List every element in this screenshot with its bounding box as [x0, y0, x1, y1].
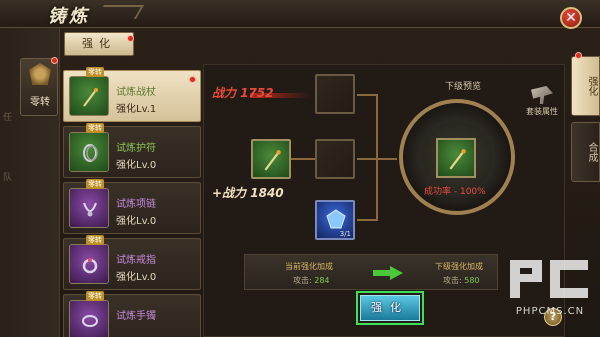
next-bonus-value: 攻击: 580	[443, 275, 480, 286]
list-item[interactable]: 零转 试炼护符 强化Lv.0	[63, 123, 201, 178]
item-name: 试炼项链	[116, 199, 156, 210]
item-name: 试炼手镯	[116, 311, 156, 322]
bonus-panel: 当前强化加成 攻击: 284 下级强化加成 攻击: 580	[244, 254, 498, 290]
current-bonus-number: 284	[314, 276, 330, 285]
ring-icon	[82, 258, 98, 274]
item-badge: 零转	[86, 235, 104, 245]
connector-line	[291, 158, 315, 160]
item-badge: 零转	[86, 123, 104, 133]
rank-badge-icon	[29, 63, 51, 85]
rebirth-tab[interactable]: 零转	[20, 57, 58, 116]
bangle-icon	[82, 315, 98, 327]
next-bonus-number: 580	[464, 276, 480, 285]
window-title: 铸炼	[48, 6, 90, 27]
next-bonus-label: 下级强化加成	[435, 262, 483, 271]
item-icon	[69, 188, 109, 228]
gem-icon	[326, 209, 346, 229]
item-level: 强化Lv.0	[116, 216, 157, 227]
material-slot-empty[interactable]	[315, 74, 355, 114]
item-icon	[69, 300, 109, 337]
hammer-icon	[531, 86, 553, 104]
item-name: 试炼戒指	[116, 255, 156, 266]
staff-icon	[264, 150, 281, 171]
strengthen-button[interactable]: 强化	[356, 291, 424, 325]
tab-strengthen[interactable]: 强化	[64, 32, 134, 56]
next-bonus-stat: 攻击:	[443, 276, 462, 285]
title-bar: 铸炼 ✕	[0, 0, 600, 29]
bracelet-icon	[83, 144, 98, 162]
left-sidebar: 任 队 零转	[0, 28, 60, 337]
current-power: 战力 1752	[212, 84, 274, 101]
arrow-right-icon	[373, 266, 403, 280]
sidebar-side-text: 任	[3, 113, 13, 123]
item-badge: 零转	[86, 291, 104, 301]
close-button[interactable]: ✕	[560, 7, 582, 29]
connector-line	[357, 219, 377, 221]
title-decoration	[95, 5, 145, 19]
current-power-value: 1752	[240, 86, 274, 100]
watermark-text: PHPCMS.CN	[515, 306, 585, 317]
item-level: 强化Lv.0	[116, 160, 157, 171]
notification-dot	[127, 35, 134, 42]
material-slot-empty[interactable]	[315, 139, 355, 179]
item-level: 强化Lv.0	[116, 272, 157, 283]
current-bonus-stat: 攻击:	[293, 276, 312, 285]
set-attributes-label: 套装属性	[526, 107, 558, 116]
connector-line	[376, 94, 378, 221]
list-item[interactable]: 零转 试炼戒指 强化Lv.0	[63, 235, 201, 290]
item-name: 试炼护符	[116, 143, 156, 154]
strengthen-button-label: 强化	[360, 295, 420, 321]
item-icon	[69, 244, 109, 284]
sidebar-side-text: 队	[3, 173, 13, 183]
list-item[interactable]: 零转 试炼手镯	[63, 291, 201, 337]
list-item[interactable]: 零转 试炼项链 强化Lv.0	[63, 179, 201, 234]
power-gain-label: +战力	[212, 186, 247, 200]
preview-item-slot[interactable]	[436, 138, 476, 178]
equipment-list: 零转 试炼战杖 强化Lv.1 零转 试炼护符 强化Lv.0 零转 试炼项链 强化…	[63, 66, 201, 337]
tab-strengthen-side[interactable]: 强化	[571, 56, 600, 116]
material-count: 3/1	[339, 230, 351, 238]
forge-window: 铸炼 ✕ 任 队 零转 强化 零转 试炼战杖 强化Lv.1 零转 试炼护符 强化…	[0, 0, 600, 337]
current-bonus-value: 攻击: 284	[293, 275, 330, 286]
current-bonus-label: 当前强化加成	[285, 262, 333, 271]
connector-line	[357, 94, 377, 96]
staff-icon	[83, 88, 98, 107]
material-slot-stone[interactable]: 3/1	[315, 200, 355, 240]
list-item[interactable]: 零转 试炼战杖 强化Lv.1	[63, 67, 201, 122]
tab-synthesize[interactable]: 合成	[571, 122, 600, 182]
staff-icon	[449, 149, 466, 170]
power-gain: +战力 1840	[212, 184, 284, 201]
watermark-logo-icon	[510, 260, 588, 298]
necklace-icon	[83, 202, 97, 217]
current-power-label: 战力	[212, 86, 237, 100]
item-badge: 零转	[86, 179, 104, 189]
power-gain-value: 1840	[250, 186, 284, 200]
item-icon	[69, 76, 109, 116]
next-preview-label: 下级预览	[445, 82, 482, 92]
notification-dot	[189, 76, 196, 83]
notification-dot	[51, 57, 58, 64]
success-rate: 成功率 - 100%	[424, 187, 486, 197]
watermark: PHPCMS.CN	[500, 256, 600, 330]
rebirth-tab-label: 零转	[30, 97, 50, 108]
item-level: 强化Lv.1	[116, 104, 157, 115]
notification-dot	[575, 52, 582, 59]
equipment-slot[interactable]	[251, 139, 291, 179]
set-attributes-button[interactable]: 套装属性	[522, 86, 562, 117]
item-badge: 零转	[86, 67, 104, 77]
item-icon	[69, 132, 109, 172]
item-name: 试炼战杖	[116, 87, 156, 98]
